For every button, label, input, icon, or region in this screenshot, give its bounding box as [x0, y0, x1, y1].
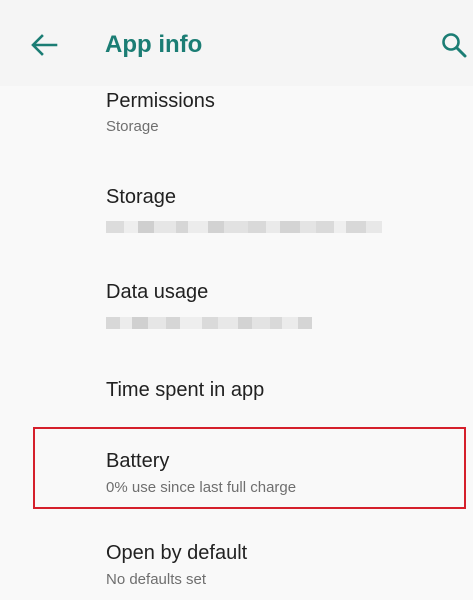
- search-icon[interactable]: [441, 32, 467, 58]
- data-usage-title: Data usage: [106, 281, 209, 303]
- permissions-subtitle: Storage: [106, 118, 159, 135]
- list-item-time-spent[interactable]: Time spent in app: [0, 362, 473, 418]
- arrow-back-icon[interactable]: [30, 33, 58, 57]
- app-info-screen: App info Permissions Storage Storage Dat…: [0, 0, 473, 600]
- permissions-title: Permissions: [106, 90, 215, 112]
- list-item-permissions[interactable]: Permissions Storage: [0, 86, 473, 146]
- list-item-data-usage[interactable]: Data usage: [0, 266, 473, 346]
- storage-subtitle-redacted: [106, 221, 382, 233]
- open-by-default-subtitle: No defaults set: [106, 571, 207, 588]
- battery-highlight-box: [33, 427, 466, 509]
- data-usage-subtitle-redacted: [106, 317, 312, 329]
- page-title: App info: [105, 31, 203, 58]
- list-item-storage[interactable]: Storage: [0, 170, 473, 250]
- open-by-default-title: Open by default: [106, 542, 248, 564]
- time-spent-title: Time spent in app: [106, 379, 265, 401]
- list-item-open-by-default[interactable]: Open by default No defaults set: [0, 530, 473, 600]
- app-bar: App info: [0, 0, 473, 86]
- storage-title: Storage: [106, 186, 177, 208]
